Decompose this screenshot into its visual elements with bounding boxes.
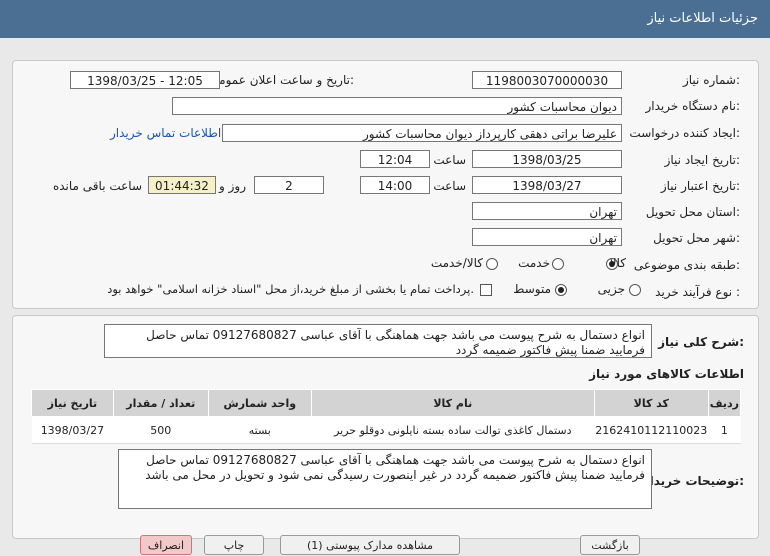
validity-time-label: ساعت [433,179,466,193]
remaining-days-field: 2 [254,176,324,194]
city-label: شهر محل تحویل: [653,231,740,245]
created-date-label: تاریخ ایجاد نیاز: [664,153,740,167]
cell-row-number: 1 [708,416,741,444]
created-time-label: ساعت [433,153,466,167]
announce-datetime-field: 1398/03/25 - 12:05 [70,71,220,89]
creator-label: ایجاد کننده درخواست: [629,126,740,140]
category-service-radio[interactable] [552,258,564,270]
cell-unit: بسته [208,416,312,444]
validity-date-field: 1398/03/27 [472,176,622,194]
need-number-field: 1198003070000030 [472,71,622,89]
created-time-field: 12:04 [360,150,430,168]
city-field: تهران [472,228,622,246]
items-table: ردیف کد کالا نام کالا واحد شمارش تعداد /… [31,389,742,444]
col-row-number: ردیف [707,389,742,417]
cell-item-name: دستمال کاغذی توالت ساده بسته نایلونی دوق… [311,416,595,444]
validity-date-label: تاریخ اعتبار نیاز: [660,179,740,193]
buyer-notes-text: انواع دستمال به شرح پیوست می باشد جهت هم… [118,449,652,509]
announce-datetime-label: تاریخ و ساعت اعلان عمومی: [209,73,354,87]
province-field: تهران [472,202,622,220]
items-section-title: اطلاعات کالاهای مورد نیاز [589,367,744,381]
col-quantity: تعداد / مقدار [112,389,209,417]
cell-need-date: 1398/03/27 [31,416,114,444]
table-row[interactable]: 1 2162410112110023 دستمال کاغذی توالت سا… [31,416,741,444]
cancel-button[interactable]: انصراف [140,535,192,555]
buyer-org-field: دیوان محاسبات کشور [172,97,622,115]
items-header-row: ردیف کد کالا نام کالا واحد شمارش تعداد /… [31,389,742,417]
col-item-code: کد کالا [593,389,709,417]
created-date-field: 1398/03/25 [472,150,622,168]
category-label: طبقه بندی موضوعی: [633,258,740,272]
category-goods-service-radio[interactable] [486,258,498,270]
process-minor-radio[interactable] [629,284,641,296]
validity-time-field: 14:00 [360,176,430,194]
countdown-field: 01:44:32 [148,176,216,194]
treasury-payment-note: پرداخت تمام یا بخشی از مبلغ خرید،از محل … [107,282,474,296]
province-label: استان محل تحویل: [645,205,740,219]
buyer-notes-label: توضیحات خریدار: [642,474,744,488]
creator-field: علیرضا براتی دهقی کارپرداز دیوان محاسبات… [222,124,622,142]
cell-item-code: 2162410112110023 [594,416,709,444]
process-medium-radio[interactable] [555,284,567,296]
cell-quantity: 500 [113,416,209,444]
print-button[interactable]: چاپ [204,535,264,555]
buyer-org-label: نام دستگاه خریدار: [645,99,741,113]
remaining-hours-label: ساعت باقی مانده [52,179,142,193]
category-goods-service-label: کالا/خدمت [430,256,483,270]
process-type-label: نوع فرآیند خرید : [655,285,740,299]
col-unit: واحد شمارش [207,389,312,417]
back-button[interactable]: بازگشت [580,535,640,555]
page-header: جزئیات اطلاعات نیاز [0,0,770,38]
description-label: شرح کلی نیاز: [658,335,744,349]
process-minor-label: جزیی [597,282,625,296]
view-attachments-button[interactable]: مشاهده مدارک پیوستی (1) [280,535,460,555]
process-medium-label: متوسط [513,282,551,296]
category-service-label: خدمت [518,256,550,270]
buyer-contact-link[interactable]: اطلاعات تماس خریدار [110,126,221,140]
col-need-date: تاریخ نیاز [31,389,114,417]
col-item-name: نام کالا [310,389,595,417]
description-text: انواع دستمال به شرح پیوست می باشد جهت هم… [104,324,652,358]
treasury-payment-checkbox[interactable] [480,284,492,296]
need-number-label: شماره نیاز: [682,73,740,87]
page-title: جزئیات اطلاعات نیاز [647,11,758,26]
days-label: روز و [219,179,246,193]
category-goods-label: کالا [609,256,626,270]
